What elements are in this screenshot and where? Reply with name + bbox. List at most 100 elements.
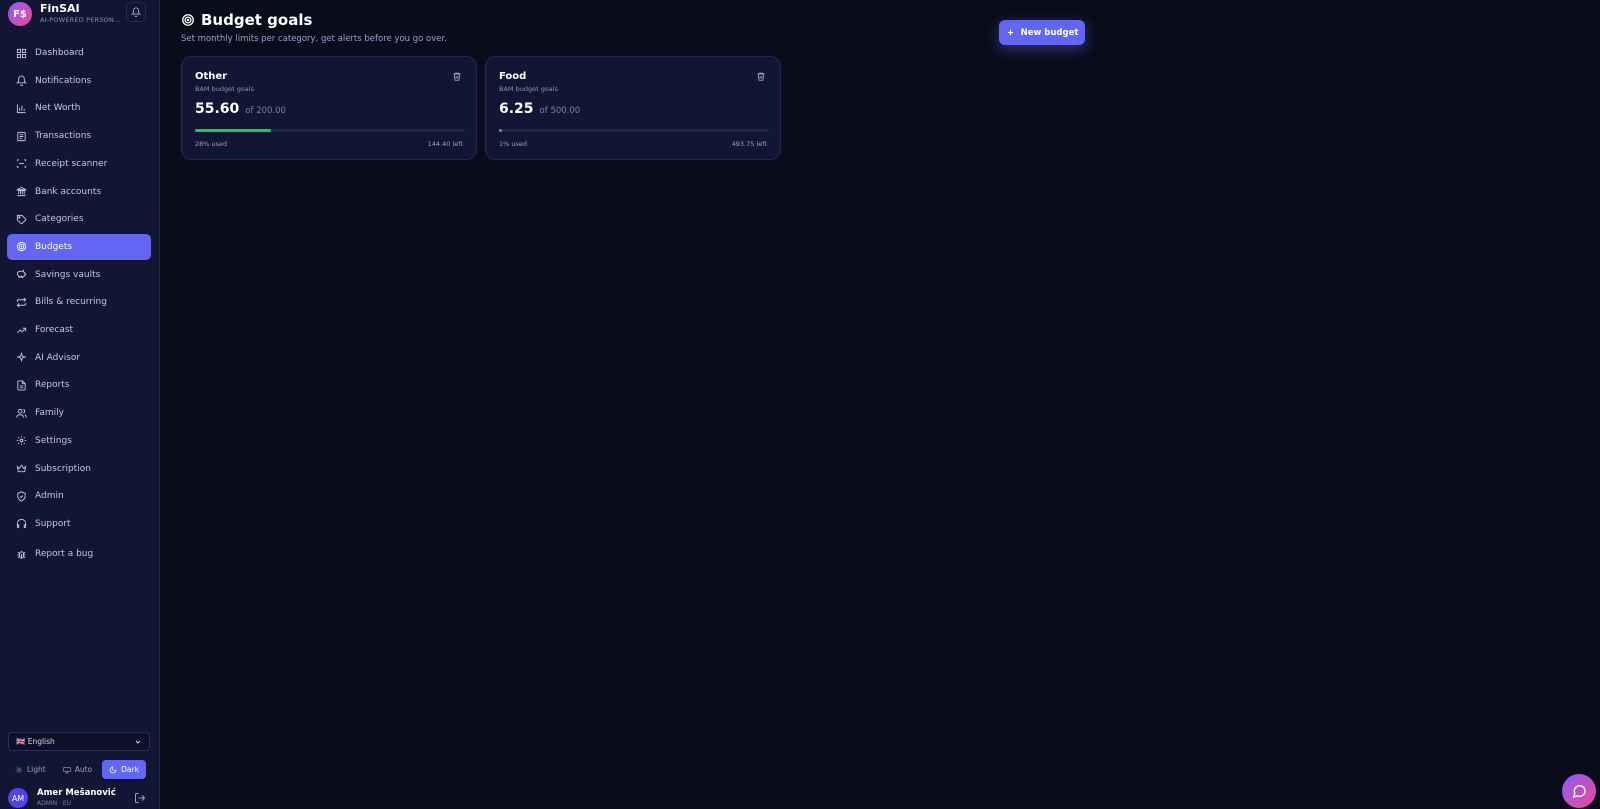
bug-icon bbox=[16, 549, 27, 560]
sidebar-item-admin[interactable]: Admin bbox=[7, 483, 151, 509]
sidebar-item-label: AI Advisor bbox=[35, 352, 81, 363]
plus-icon bbox=[1007, 29, 1013, 36]
theme-light-button[interactable]: Light bbox=[8, 760, 53, 779]
sidebar: F$ FinSAI AI-POWERED PERSON... Dashboard… bbox=[0, 0, 160, 809]
trash-icon[interactable] bbox=[452, 71, 462, 82]
progress-fill bbox=[499, 129, 503, 132]
sidebar-item-notifications[interactable]: Notifications bbox=[7, 68, 151, 94]
sidebar-item-savings-vaults[interactable]: Savings vaults bbox=[7, 262, 151, 288]
gear-icon bbox=[16, 435, 27, 446]
sidebar-item-budgets[interactable]: Budgets bbox=[7, 233, 151, 260]
budget-subtitle: BAM budget goals bbox=[195, 85, 254, 93]
budget-left: 493.75 left bbox=[731, 140, 767, 148]
sidebar-item-label: Settings bbox=[35, 435, 72, 446]
budget-card: Food BAM budget goals 6.25 of 500.00 1% … bbox=[485, 56, 781, 160]
sidebar-item-ai-advisor[interactable]: AI Advisor bbox=[7, 345, 151, 371]
piggy-bank-icon bbox=[16, 269, 27, 280]
file-icon bbox=[16, 380, 27, 391]
budget-name: Food bbox=[499, 71, 527, 82]
progress-bar bbox=[195, 129, 465, 132]
sidebar-item-bills-recurring[interactable]: Bills & recurring bbox=[7, 289, 151, 315]
moon-icon bbox=[109, 766, 117, 773]
sidebar-item-label: Net Worth bbox=[35, 103, 81, 114]
target-icon bbox=[182, 14, 194, 26]
theme-auto-label: Auto bbox=[74, 765, 93, 774]
app-logo: F$ bbox=[8, 2, 32, 26]
budget-spent: 55.60 bbox=[195, 101, 240, 117]
progress-bar bbox=[499, 129, 769, 132]
page-header: Budget goals bbox=[181, 11, 312, 29]
tag-icon bbox=[16, 214, 27, 225]
sidebar-item-label: Bills & recurring bbox=[35, 297, 107, 308]
sidebar-item-label: Categories bbox=[35, 214, 84, 225]
theme-dark-label: Dark bbox=[121, 765, 139, 774]
theme-light-label: Light bbox=[27, 765, 46, 774]
theme-auto-button[interactable]: Auto bbox=[56, 760, 99, 779]
bell-icon bbox=[16, 75, 27, 87]
sun-icon bbox=[15, 766, 23, 773]
app-tagline: AI-POWERED PERSON... bbox=[40, 16, 121, 24]
grid-icon bbox=[16, 48, 27, 59]
sidebar-item-settings[interactable]: Settings bbox=[7, 428, 151, 454]
sidebar-item-dashboard[interactable]: Dashboard bbox=[7, 40, 151, 66]
budget-used: 28% used bbox=[195, 140, 228, 148]
page-title: Budget goals bbox=[201, 11, 313, 29]
target-icon bbox=[16, 241, 27, 252]
budget-subtitle: BAM budget goals bbox=[499, 85, 558, 93]
sidebar-item-label: Reports bbox=[35, 380, 70, 391]
theme-dark-button[interactable]: Dark bbox=[102, 760, 146, 779]
sidebar-item-report-bug[interactable]: Report a bug bbox=[7, 541, 151, 567]
user-name: Amer Mešanović bbox=[37, 788, 116, 798]
budget-spent: 6.25 bbox=[499, 101, 534, 117]
bank-icon bbox=[16, 186, 27, 197]
progress-fill bbox=[195, 129, 271, 132]
trash-icon[interactable] bbox=[756, 71, 766, 82]
budget-name: Other bbox=[195, 71, 228, 82]
sidebar-item-label: Notifications bbox=[35, 75, 92, 86]
sidebar-item-label: Budgets bbox=[35, 241, 73, 252]
chevron-down-icon bbox=[135, 740, 141, 744]
budget-used: 1% used bbox=[499, 140, 528, 148]
new-budget-button[interactable]: New budget bbox=[999, 20, 1085, 45]
sidebar-item-label: Forecast bbox=[35, 325, 74, 335]
budget-left: 144.40 left bbox=[427, 140, 463, 148]
sidebar-item-transactions[interactable]: Transactions bbox=[7, 123, 151, 149]
logout-icon[interactable] bbox=[134, 792, 146, 804]
sidebar-item-subscription[interactable]: Subscription bbox=[7, 456, 151, 482]
new-budget-label: New budget bbox=[1020, 27, 1079, 38]
sparkle-icon bbox=[16, 352, 27, 363]
language-select[interactable]: 🇬🇧 English bbox=[8, 732, 150, 751]
trend-icon bbox=[16, 325, 27, 336]
sidebar-item-label: Transactions bbox=[35, 131, 92, 142]
sidebar-item-family[interactable]: Family bbox=[7, 400, 151, 426]
sidebar-item-label: Report a bug bbox=[35, 549, 94, 559]
sidebar-item-categories[interactable]: Categories bbox=[7, 206, 151, 232]
notifications-bell-button[interactable] bbox=[126, 2, 146, 22]
bell-icon bbox=[131, 7, 141, 17]
sidebar-item-label: Dashboard bbox=[35, 48, 84, 58]
sidebar-item-support[interactable]: Support bbox=[7, 511, 151, 537]
budget-limit: of 200.00 bbox=[245, 106, 286, 116]
bar-chart-icon bbox=[16, 103, 27, 114]
chat-bubble-icon bbox=[1572, 785, 1586, 799]
sidebar-item-forecast[interactable]: Forecast bbox=[7, 317, 151, 343]
budget-card: Other BAM budget goals 55.60 of 200.00 2… bbox=[181, 56, 477, 160]
sidebar-item-bank-accounts[interactable]: Bank accounts bbox=[7, 179, 151, 205]
sidebar-item-net-worth[interactable]: Net Worth bbox=[7, 95, 151, 121]
shield-icon bbox=[16, 491, 27, 502]
chat-button[interactable] bbox=[1562, 774, 1596, 808]
budget-amount-row: 6.25 of 500.00 bbox=[499, 101, 580, 117]
language-value: 🇬🇧 English bbox=[16, 737, 55, 746]
list-icon bbox=[16, 131, 27, 142]
sidebar-item-label: Family bbox=[35, 408, 64, 419]
avatar[interactable]: AM bbox=[8, 788, 28, 808]
sidebar-item-label: Bank accounts bbox=[35, 186, 102, 197]
budget-amount-row: 55.60 of 200.00 bbox=[195, 101, 286, 117]
sidebar-item-label: Support bbox=[35, 518, 71, 529]
sidebar-item-reports[interactable]: Reports bbox=[7, 372, 151, 398]
user-profile: AM Amer Mešanović ADMIN · EU bbox=[8, 786, 152, 809]
sidebar-item-receipt-scanner[interactable]: Receipt scanner bbox=[7, 151, 151, 177]
sidebar-item-label: Receipt scanner bbox=[35, 158, 108, 169]
page-subtitle: Set monthly limits per category, get ale… bbox=[181, 34, 447, 44]
monitor-icon bbox=[63, 766, 71, 773]
